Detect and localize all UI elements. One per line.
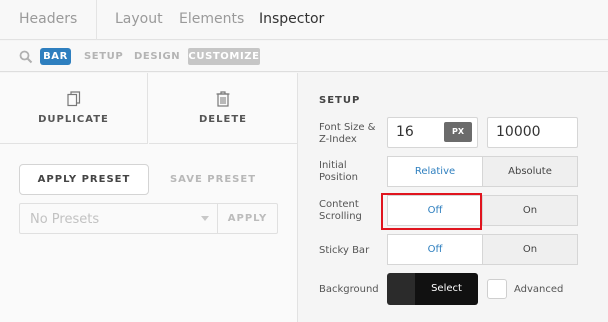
initial-position-label: Initial Position [319,160,358,183]
apply-button[interactable]: APPLY [218,204,277,233]
duplicate-button[interactable]: DUPLICATE [0,73,148,144]
save-preset-button[interactable]: SAVE PRESET [163,174,263,185]
breadcrumb-setup[interactable]: SETUP [84,48,123,65]
breadcrumb: BAR SETUP DESIGN CUSTOMIZE [0,41,608,72]
apply-preset-button[interactable]: APPLY PRESET [19,164,149,195]
actions-panel: DUPLICATE DELETE APPLY PRESET SAVE PRESE… [0,73,297,322]
top-tab-bar: Headers Layout Elements Inspector [0,0,608,40]
sticky-bar-on-toggle[interactable]: On [482,234,578,265]
content-scrolling-on-toggle[interactable]: On [482,195,578,226]
advanced-checkbox[interactable] [487,279,507,299]
duplicate-label: DUPLICATE [38,114,109,125]
presets-select[interactable]: No Presets APPLY [19,203,278,234]
tab-divider [96,0,97,40]
duplicate-icon [66,91,80,107]
z-index-input[interactable]: 10000 [487,117,578,148]
font-size-label: Font Size & Z-Index [319,122,376,145]
tab-layout[interactable]: Layout [115,11,163,27]
search-icon[interactable] [19,50,33,64]
sticky-bar-label: Sticky Bar [319,245,370,256]
position-relative-toggle[interactable]: Relative [387,156,483,187]
content-scrolling-label: Content Scrolling [319,199,362,222]
position-absolute-toggle[interactable]: Absolute [482,156,578,187]
tab-elements[interactable]: Elements [179,11,244,27]
content-scrolling-off-toggle[interactable]: Off [387,195,483,226]
tab-headers[interactable]: Headers [19,11,77,27]
background-select-button[interactable]: Select [415,273,478,305]
font-size-unit: PX [444,122,472,142]
chevron-down-icon [201,216,209,221]
breadcrumb-customize[interactable]: CUSTOMIZE [188,48,260,65]
sticky-bar-off-toggle[interactable]: Off [387,234,483,265]
tab-inspector[interactable]: Inspector [259,11,324,27]
presets-select-value: No Presets [30,212,100,227]
section-title: SETUP [319,95,361,106]
advanced-label: Advanced [514,284,564,295]
background-color-swatch[interactable] [387,273,415,305]
breadcrumb-design[interactable]: DESIGN [134,48,180,65]
trash-icon [216,91,230,107]
delete-button[interactable]: DELETE [149,73,297,144]
breadcrumb-bar[interactable]: BAR [40,48,71,65]
background-label: Background [319,284,379,295]
delete-label: DELETE [199,114,247,125]
